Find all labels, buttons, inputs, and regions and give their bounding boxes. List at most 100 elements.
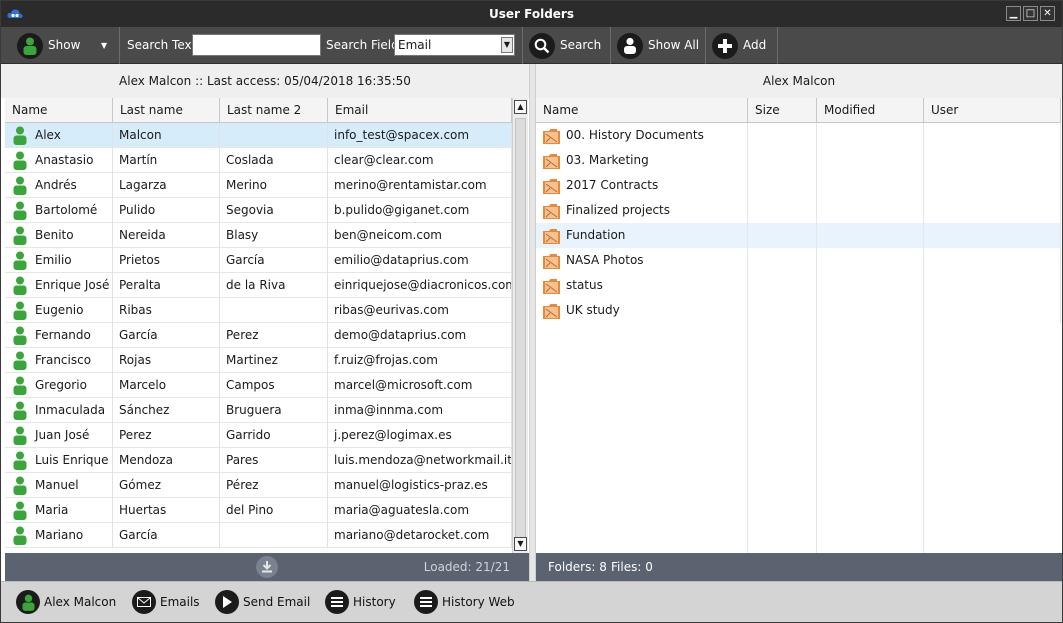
table-cell: Prietos [113, 248, 220, 273]
table-row[interactable]: Francisco Rojas Martinez f.ruiz@frojas.com [5, 348, 512, 373]
user-profile-button[interactable]: Alex Malcon [16, 589, 116, 615]
cell-email: maria@aguatesla.com [334, 503, 470, 517]
table-row[interactable]: Enrique José Peralta de la Riva einriquejos… [5, 273, 512, 298]
table-cell: luis.mendoza@networkmail.it [328, 448, 512, 473]
table-cell: UK study [536, 298, 748, 323]
toolbar: Show ▼ Search Text Search Field Email ▼ … [1, 27, 1062, 64]
table-row[interactable]: Fernando García Perez demo@dataprius.com [5, 323, 512, 348]
table-cell: Mendoza [113, 448, 220, 473]
scroll-up-icon[interactable]: ▲ [514, 100, 527, 114]
table-row[interactable]: Inmaculada Sánchez Bruguera inma@innma.com [5, 398, 512, 423]
table-cell: Nereida [113, 223, 220, 248]
table-cell: Blasy [220, 223, 328, 248]
person-icon [13, 176, 27, 195]
cell-last: Marcelo [119, 378, 167, 392]
table-cell: f.ruiz@frojas.com [328, 348, 512, 373]
table-row[interactable]: Manuel Gómez Pérez manuel@logistics-praz.es [5, 473, 512, 498]
table-row[interactable]: Gregorio Marcelo Campos marcel@microsoft.co… [5, 373, 512, 398]
send-email-label: Send Email [243, 595, 311, 609]
cell-email: j.perez@logimax.es [334, 428, 452, 442]
chevron-down-icon[interactable]: ▼ [501, 37, 513, 53]
cell-last2: Merino [226, 178, 267, 192]
table-cell: Malcon [113, 123, 220, 148]
history-web-label: History Web [442, 595, 515, 609]
search-button[interactable]: Search [529, 30, 601, 61]
show-button[interactable]: Show ▼ [17, 30, 115, 61]
table-cell [220, 523, 328, 548]
history-web-button[interactable]: History Web [414, 589, 515, 615]
table-row[interactable]: Mariano García mariano@detarocket.com [5, 523, 512, 548]
dropdown-arrow-icon[interactable]: ▼ [101, 30, 107, 61]
history-button[interactable]: History [325, 589, 396, 615]
list-item[interactable]: Fundation [536, 223, 1061, 248]
pane-splitter[interactable] [529, 64, 536, 581]
download-icon[interactable] [256, 556, 278, 578]
table-cell: 00. History Documents [536, 123, 748, 148]
column-header-last-name[interactable]: Last name [113, 98, 220, 123]
table-row[interactable]: Emilio Prietos García emilio@dataprius.com [5, 248, 512, 273]
emails-button[interactable]: Emails [132, 589, 200, 615]
table-row[interactable]: Luis Enrique Mendoza Pares luis.mendoza@net… [5, 448, 512, 473]
table-cell: Martinez [220, 348, 328, 373]
table-row[interactable]: Eugenio Ribas ribas@eurivas.com [5, 298, 512, 323]
column-header-name[interactable]: Name [5, 98, 113, 123]
scroll-down-icon[interactable]: ▼ [514, 537, 527, 551]
list-item[interactable]: Finalized projects [536, 198, 1061, 223]
table-row[interactable]: Andrés Lagarza Merino merino@rentamistar.co… [5, 173, 512, 198]
column-header-last-name-2[interactable]: Last name 2 [220, 98, 328, 123]
table-row[interactable]: Maria Huertas del Pino maria@aguatesla.com [5, 498, 512, 523]
list-item[interactable]: 00. History Documents [536, 123, 1061, 148]
envelope-icon [132, 590, 156, 614]
cell-last: Pulido [119, 203, 156, 217]
table-cell: Alex [5, 123, 113, 148]
table-row[interactable]: Alex Malcon info_test@spacex.com [5, 123, 512, 148]
search-input[interactable] [192, 34, 321, 56]
table-row[interactable]: Benito Nereida Blasy ben@neicom.com [5, 223, 512, 248]
table-cell: Gregorio [5, 373, 113, 398]
list-item[interactable]: status [536, 273, 1061, 298]
cell-last2: Pares [226, 453, 259, 467]
list-item[interactable]: NASA Photos [536, 248, 1061, 273]
cell-name: Bartolomé [35, 203, 98, 217]
send-email-button[interactable]: Send Email [215, 589, 310, 615]
person-icon [13, 226, 27, 245]
table-cell [817, 148, 924, 173]
cell-email: inma@innma.com [334, 403, 444, 417]
table-cell: marcel@microsoft.com [328, 373, 512, 398]
toolbar-divider [119, 27, 120, 64]
list-item[interactable]: UK study [536, 298, 1061, 323]
scrollbar-thumb[interactable] [515, 118, 526, 548]
column-header-modified[interactable]: Modified [817, 98, 924, 123]
table-row[interactable]: Anastasio Martín Coslada clear@clear.com [5, 148, 512, 173]
table-cell [924, 298, 1061, 323]
table-cell [924, 148, 1061, 173]
folder-icon [543, 204, 560, 219]
table-cell [817, 173, 924, 198]
column-header-email[interactable]: Email [328, 98, 512, 123]
table-cell: j.perez@logimax.es [328, 423, 512, 448]
table-row[interactable]: Bartolomé Pulido Segovia b.pulido@giganet.c… [5, 198, 512, 223]
cell-last: Peralta [119, 278, 161, 292]
column-header-size[interactable]: Size [748, 98, 817, 123]
folder-icon [543, 179, 560, 194]
column-header-folder-name[interactable]: Name [536, 98, 748, 123]
maximize-button[interactable]: □ [1023, 6, 1038, 21]
show-all-button[interactable]: Show All [617, 30, 699, 61]
cell-email: einriquejose@diacronicos.com [334, 278, 512, 292]
users-scrollbar[interactable]: ▲ ▼ [512, 98, 528, 553]
cell-last2: Segovia [226, 203, 274, 217]
cell-email: ribas@eurivas.com [334, 303, 449, 317]
folder-icon [543, 229, 560, 244]
list-item[interactable]: 2017 Contracts [536, 173, 1061, 198]
list-item[interactable]: 03. Marketing [536, 148, 1061, 173]
close-button[interactable]: ✕ [1040, 6, 1055, 21]
table-cell: einriquejose@diacronicos.com [328, 273, 512, 298]
minimize-button[interactable]: ▁ [1006, 6, 1021, 21]
table-row[interactable]: Juan José Perez Garrido j.perez@logimax.es [5, 423, 512, 448]
column-header-user[interactable]: User [924, 98, 1061, 123]
table-cell: García [113, 323, 220, 348]
table-cell: Segovia [220, 198, 328, 223]
table-cell: Manuel [5, 473, 113, 498]
add-button[interactable]: Add [712, 30, 766, 61]
search-field-select[interactable]: Email ▼ [394, 34, 515, 56]
